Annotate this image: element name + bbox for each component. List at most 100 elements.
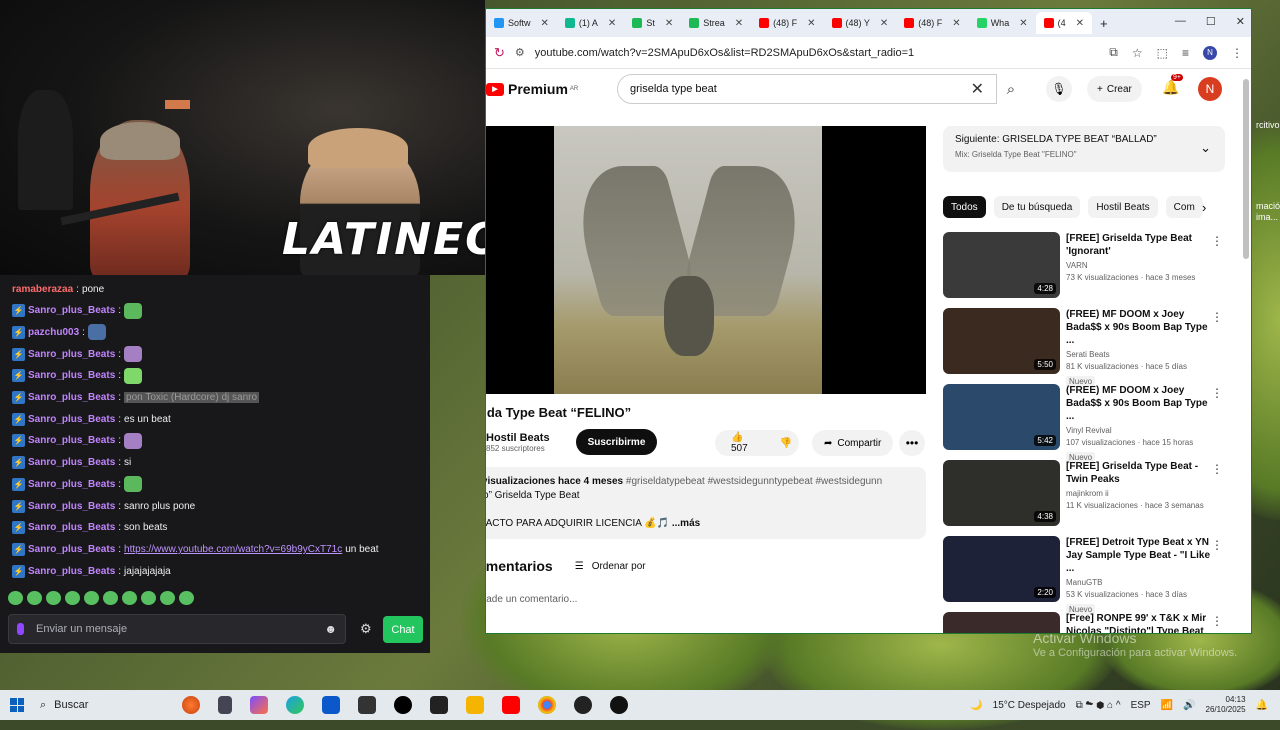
video-thumbnail[interactable]: 2:20 (943, 536, 1060, 602)
task-view-icon[interactable] (218, 696, 232, 714)
browser-tab[interactable]: (48) F ✕ (896, 12, 968, 34)
subscriber-badge-icon[interactable]: ⚡ (12, 369, 25, 383)
video-menu-icon[interactable]: ⋮ (1211, 234, 1223, 248)
video-thumbnail[interactable]: 5:50 (943, 308, 1060, 374)
browser-tab[interactable]: Strea ✕ (681, 12, 751, 34)
video-menu-icon[interactable]: ⋮ (1211, 538, 1223, 552)
capcut-icon[interactable] (430, 696, 448, 714)
up-next-panel[interactable]: Siguiente: GRISELDA TYPE BEAT “BALLAD” M… (943, 126, 1225, 172)
video-channel[interactable]: ManuGTB (1066, 578, 1211, 587)
file-explorer-icon[interactable] (466, 696, 484, 714)
chat-username[interactable]: Sanro_plus_Beats (28, 501, 115, 512)
browser-tab[interactable]: (1) A ✕ (557, 12, 624, 34)
site-info-icon[interactable]: ⚙ (515, 46, 525, 59)
video-title-link[interactable]: [FREE] Griselda Type Beat 'Ignorant' (1066, 232, 1211, 258)
chat-username[interactable]: Sanro_plus_Beats (28, 479, 115, 490)
video-title-link[interactable]: (FREE) MF DOOM x Joey Bada$$ x 90s Boom … (1066, 308, 1211, 347)
browser-tab[interactable]: St ✕ (624, 12, 681, 34)
media-control-icon[interactable]: ≡ (1182, 46, 1189, 60)
volume-icon[interactable]: 🔊 (1183, 700, 1195, 711)
recommended-video[interactable]: 4:28 [FREE] Griselda Type Beat 'Ignorant'… (943, 232, 1233, 298)
extensions-icon[interactable]: ⬚ (1157, 46, 1168, 60)
wifi-icon[interactable]: 📶 (1161, 700, 1173, 711)
bits-icon[interactable] (17, 623, 24, 635)
emote-picker-icon[interactable]: ☻ (324, 622, 337, 636)
widget-pumpkin-icon[interactable] (182, 696, 200, 714)
recommended-video[interactable]: 2:20 [FREE] Detroit Type Beat x YN Jay Sa… (943, 536, 1233, 615)
page-scrollbar[interactable] (1243, 79, 1249, 259)
copilot-icon[interactable] (250, 696, 268, 714)
address-bar[interactable]: ↻ ⚙ youtube.com/watch?v=2SMApuD6xOs&list… (486, 37, 1251, 69)
tab-close-icon[interactable]: ✕ (880, 18, 888, 29)
reload-icon[interactable]: ↻ (494, 45, 505, 61)
video-menu-icon[interactable]: ⋮ (1211, 614, 1223, 628)
video-title-link[interactable]: [Free] RONPE 99' x T&K x Mir Nicolas "Di… (1066, 612, 1211, 633)
edge-icon[interactable] (286, 696, 304, 714)
search-button[interactable]: ⌕ (997, 74, 1025, 104)
more-actions-button[interactable]: ••• (899, 430, 925, 456)
obs-icon[interactable] (574, 696, 592, 714)
youtube-logo[interactable]: ▶ Premium AR (486, 81, 578, 97)
video-title-link[interactable]: (FREE) MF DOOM x Joey Bada$$ x 90s Boom … (1066, 384, 1211, 423)
clock[interactable]: 04:13 26/10/2025 (1206, 695, 1246, 715)
tab-close-icon[interactable]: ✕ (1019, 18, 1027, 29)
chat-username[interactable]: Sanro_plus_Beats (28, 435, 115, 446)
tiktok-icon[interactable] (394, 696, 412, 714)
desktop-icons[interactable]: rcitivo mación ima... (1256, 120, 1280, 223)
chevron-down-icon[interactable]: ⌄ (1200, 140, 1211, 156)
chat-username[interactable]: Sanro_plus_Beats (28, 544, 115, 555)
taskbar-search[interactable]: ⌕ Buscar (40, 699, 200, 712)
video-thumbnail[interactable] (943, 612, 1060, 633)
stream-video[interactable]: LATINEO (0, 0, 485, 275)
account-avatar[interactable]: N (1198, 77, 1222, 101)
tab-close-icon[interactable]: ✕ (665, 18, 673, 29)
channel-name[interactable]: Hostil Beats (486, 432, 550, 444)
like-button[interactable]: 👍 507 (715, 432, 764, 454)
new-tab-icon[interactable]: + (1100, 16, 1108, 31)
add-comment-placeholder[interactable]: Añade un comentario... (486, 594, 577, 605)
video-menu-icon[interactable]: ⋮ (1211, 462, 1223, 476)
chevron-right-icon[interactable]: › (1202, 200, 1206, 215)
video-title-link[interactable]: [FREE] Detroit Type Beat x YN Jay Sample… (1066, 536, 1211, 575)
tab-close-icon[interactable]: ✕ (608, 18, 616, 29)
dislike-button[interactable]: 👎 (764, 438, 808, 449)
notifications-button[interactable]: 🔔 9+ (1162, 74, 1183, 96)
video-channel[interactable]: Vinyl Revival (1066, 426, 1211, 435)
maximize-icon[interactable]: ☐ (1206, 15, 1216, 28)
filter-chip[interactable]: Com (1165, 196, 1203, 218)
tab-close-icon[interactable]: ✕ (952, 18, 960, 29)
video-menu-icon[interactable]: ⋮ (1211, 310, 1223, 324)
tab-close-icon[interactable]: ✕ (541, 18, 549, 29)
share-button[interactable]: ➦ Compartir (812, 430, 894, 456)
search-input[interactable]: griselda type beat ✕ (617, 74, 997, 104)
browser-tab[interactable]: (48) F ✕ (751, 12, 823, 34)
chat-emote[interactable] (87, 324, 106, 341)
app-icon[interactable] (610, 696, 628, 714)
video-thumbnail[interactable]: 4:38 (943, 460, 1060, 526)
recommended-video[interactable]: [Free] RONPE 99' x T&K x Mir Nicolas "Di… (943, 612, 1233, 633)
browser-tab[interactable]: Wha ✕ (969, 12, 1036, 34)
browser-profile-avatar[interactable]: N (1203, 45, 1217, 60)
video-thumbnail[interactable]: 5:42 (943, 384, 1060, 450)
emote-bar[interactable] (8, 591, 194, 605)
desc-tags[interactable]: #griseldatypebeat #westsidegunntypebeat … (626, 476, 882, 487)
filter-chip[interactable]: De tu búsqueda (993, 196, 1081, 218)
chat-link[interactable]: https://www.youtube.com/watch?v=69b9yCxT… (124, 544, 342, 555)
sort-comments-button[interactable]: ☰ Ordenar por (575, 561, 646, 572)
recommended-video[interactable]: 5:50 (FREE) MF DOOM x Joey Bada$$ x 90s B… (943, 308, 1233, 387)
browser-tab[interactable]: (4 ✕ (1035, 12, 1092, 34)
chat-username[interactable]: Sanro_plus_Beats (28, 305, 115, 316)
chat-username[interactable]: Sanro_plus_Beats (28, 566, 115, 577)
chat-username[interactable]: pazchu003 (28, 327, 79, 338)
chat-emote[interactable] (124, 302, 143, 319)
browser-menu-icon[interactable]: ⋮ (1231, 46, 1243, 60)
chat-username[interactable]: Sanro_plus_Beats (28, 349, 115, 360)
subscriber-badge-icon[interactable]: ⚡ (12, 456, 25, 470)
url-text[interactable]: youtube.com/watch?v=2SMApuD6xOs&list=RD2… (535, 47, 914, 59)
bookmark-star-icon[interactable]: ☆ (1132, 46, 1143, 60)
store-icon[interactable] (322, 696, 340, 714)
chat-input[interactable]: Enviar un mensaje ☻ (8, 614, 346, 644)
video-channel[interactable]: majinkrom ii (1066, 489, 1211, 498)
video-channel[interactable]: VARN (1066, 261, 1211, 270)
subscriber-badge-icon[interactable]: ⚡ (12, 542, 25, 556)
